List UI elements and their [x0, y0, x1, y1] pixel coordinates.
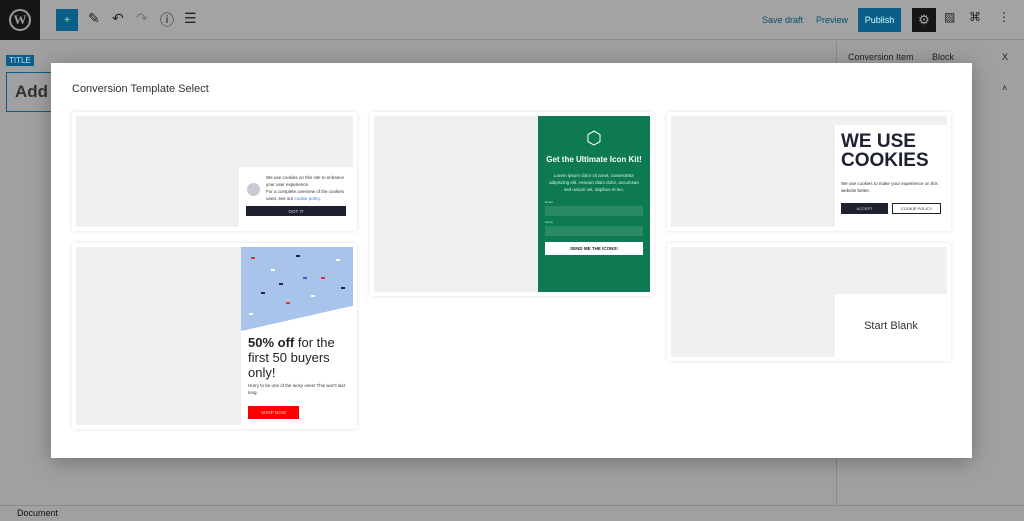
template-we-use-cookies[interactable]: WE USE COOKIES We use cookies to make yo…: [667, 112, 951, 231]
send-icons-button: SEND ME THE ICONS!: [545, 242, 643, 255]
tab-block[interactable]: Block: [932, 52, 954, 62]
icon-kit-body: Lorem ipsum dolor sit amet, consectetur …: [549, 173, 639, 192]
editor-toolbar: W + ✎ ↶ ↷ ⓘ ☰ Save draft Preview Publish…: [0, 0, 1024, 40]
email-field-preview: [545, 206, 643, 216]
cookie-preview: We use cookies on this site to enhance y…: [239, 167, 353, 227]
plugin-icon[interactable]: ⌘: [969, 10, 981, 24]
modal-title: Conversion Template Select: [72, 83, 209, 95]
discount-body: Hurry to be one of the lucky ones! This …: [248, 383, 345, 395]
template-cookie-bar[interactable]: We use cookies on this site to enhance y…: [72, 112, 357, 231]
template-discount[interactable]: 50% off for the first 50 buyers only! Hu…: [72, 243, 357, 429]
start-blank-label: Start Blank: [835, 294, 947, 357]
template-select-modal: Conversion Template Select We use cookie…: [51, 63, 972, 458]
confetti-image: [241, 247, 353, 331]
template-start-blank[interactable]: Start Blank: [667, 243, 951, 361]
publish-button[interactable]: Publish: [858, 8, 901, 32]
cookie-text: We use cookies on this site to enhance y…: [266, 175, 344, 187]
more-options-icon[interactable]: ⋮: [998, 10, 1010, 24]
redo-icon[interactable]: ↷: [136, 10, 148, 27]
breadcrumb[interactable]: Document: [0, 505, 1024, 521]
save-draft-button[interactable]: Save draft: [762, 15, 803, 25]
wordpress-logo[interactable]: W: [0, 0, 40, 40]
cookie-icon: [247, 183, 260, 196]
settings-gear-icon[interactable]: ⚙: [912, 8, 936, 32]
got-it-button: GOT IT: [246, 206, 346, 216]
email-label: Email: [545, 200, 553, 204]
undo-icon[interactable]: ↶: [112, 10, 124, 27]
cookie-policy-button: COOKIE POLICY: [892, 203, 941, 214]
wordpress-icon: W: [9, 9, 31, 31]
block-inserter-button[interactable]: +: [56, 9, 78, 31]
info-icon[interactable]: ⓘ: [160, 10, 174, 30]
we-use-cookies-body: We use cookies to make your experience o…: [841, 181, 938, 193]
we-use-cookies-headline: WE USE COOKIES: [841, 131, 929, 171]
icon-kit-headline: Get the Ultimate Icon Kit!: [546, 155, 642, 164]
pencil-icon[interactable]: ✎: [88, 10, 100, 27]
list-view-icon[interactable]: ☰: [184, 10, 197, 27]
post-title-field[interactable]: Add: [6, 72, 56, 112]
close-sidebar-button[interactable]: X: [1002, 52, 1008, 62]
title-block-badge: TITLE: [6, 55, 34, 66]
accept-button: ACCEPT: [841, 203, 888, 214]
template-icon-kit[interactable]: ⬡ Get the Ultimate Icon Kit! Lorem ipsum…: [370, 112, 654, 296]
preview-button[interactable]: Preview: [816, 15, 848, 25]
box-icon: ⬡: [586, 128, 602, 148]
shop-now-button: SHOP NOW: [248, 406, 299, 419]
edit-icon[interactable]: ▨: [944, 10, 955, 24]
chevron-up-icon[interactable]: ˄: [1002, 83, 1007, 93]
cookie-policy-link: cookie policy.: [294, 196, 322, 201]
name-field-preview: [545, 226, 643, 236]
tab-conversion-item[interactable]: Conversion Item: [848, 52, 914, 62]
discount-headline: 50% off for the first 50 buyers only!: [248, 335, 335, 380]
name-label: Name: [545, 220, 554, 224]
